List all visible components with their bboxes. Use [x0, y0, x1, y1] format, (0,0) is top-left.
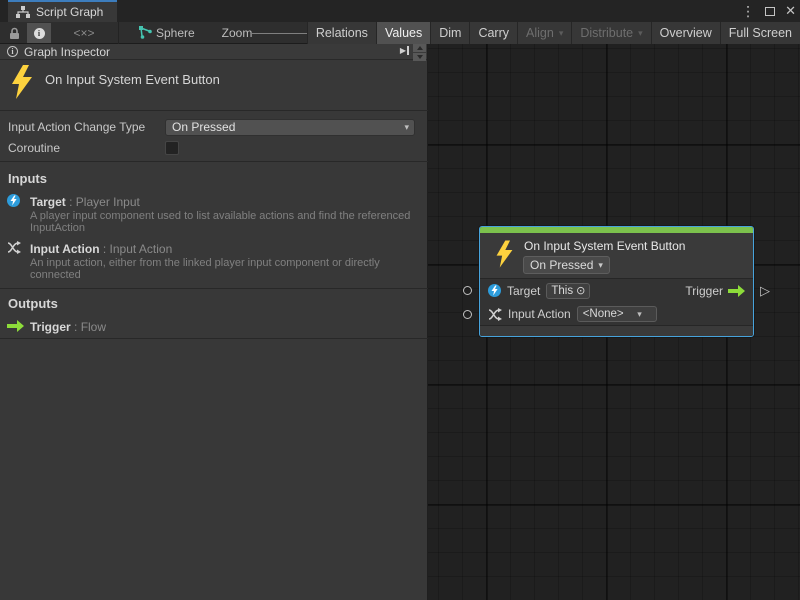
event-node-header[interactable]: On Input System Event Button On Pressed …	[480, 233, 753, 279]
dock-arrow-icon: ▶	[400, 46, 406, 55]
input-action-dropdown[interactable]: <None> ▾	[577, 306, 657, 322]
tab-label: Script Graph	[36, 5, 103, 19]
window-maximize-icon[interactable]	[765, 7, 775, 16]
graph-asset-icon	[136, 23, 154, 43]
align-button: Align▾	[517, 22, 571, 44]
input-item-input-action: Input Action : Input Action An input act…	[30, 242, 422, 281]
input-item-target: Target : Player Input A player input com…	[30, 195, 422, 234]
code-icon: <×>	[73, 26, 94, 40]
lightning-bolt-icon	[495, 240, 514, 268]
coroutine-row: Coroutine	[8, 139, 420, 157]
inputs-heading: Inputs	[8, 171, 47, 186]
spinner-up-button[interactable]	[413, 44, 426, 52]
node-footer	[480, 325, 753, 336]
input-action-icon	[488, 308, 502, 321]
inspector-toggle-button[interactable]: i	[27, 23, 51, 43]
change-type-label: Input Action Change Type	[8, 120, 165, 134]
chevron-down-icon: ▾	[598, 260, 603, 271]
panel-spinner	[413, 44, 426, 62]
chevron-down-icon: ▾	[404, 122, 409, 133]
divider	[0, 288, 428, 289]
player-input-icon	[488, 284, 501, 297]
outputs-heading: Outputs	[8, 296, 58, 311]
carry-button[interactable]: Carry	[469, 22, 517, 44]
graph-inspector-header: i Graph Inspector	[0, 44, 427, 60]
target-input-port[interactable]	[463, 286, 472, 295]
trigger-arrow-icon	[728, 285, 745, 297]
window-close-icon[interactable]: ✕	[785, 0, 796, 22]
coroutine-checkbox[interactable]	[165, 141, 179, 155]
unity-script-graph-window: Script Graph ⋮ ✕ i <×>	[0, 0, 800, 600]
unit-title-block: On Input System Event Button	[0, 61, 427, 110]
lock-button[interactable]	[2, 23, 26, 43]
distribute-button: Distribute▾	[571, 22, 650, 44]
input-action-port[interactable]	[463, 310, 472, 319]
node-row-target: Target This ⊙ Trigger ▷	[480, 279, 753, 302]
chevron-down-icon: ▾	[559, 28, 564, 39]
spinner-down-button[interactable]	[413, 53, 426, 61]
chevron-down-icon: ▾	[638, 28, 643, 39]
player-input-icon	[7, 194, 20, 207]
fullscreen-button[interactable]: Full Screen	[720, 22, 800, 44]
target-value-chip[interactable]: This ⊙	[546, 283, 590, 299]
toolbar-separator	[118, 22, 119, 44]
pick-target-icon[interactable]: ⊙	[576, 284, 585, 297]
input-action-icon	[7, 241, 21, 254]
divider	[0, 161, 428, 162]
graph-name-label: Sphere	[156, 23, 200, 43]
divider	[0, 338, 428, 339]
toolbar-right-group: Relations Values Dim Carry Align▾ Distri…	[307, 22, 800, 44]
dim-button[interactable]: Dim	[430, 22, 469, 44]
graph-inspector-title: Graph Inspector	[24, 45, 110, 59]
input-item-desc: A player input component used to list av…	[30, 211, 422, 234]
dock-panel-button[interactable]: ▶	[400, 46, 409, 55]
graph-toolbar: i <×> Sphere Zoom 1x Relations Value	[0, 22, 800, 44]
lock-icon	[9, 27, 20, 40]
tab-script-graph[interactable]: Script Graph	[8, 0, 117, 22]
unit-title: On Input System Event Button	[45, 72, 220, 87]
zoom-label: Zoom	[220, 23, 254, 43]
edit-graph-button[interactable]: <×>	[68, 23, 100, 43]
output-item-trigger: Trigger : Flow	[30, 320, 106, 334]
node-title: On Input System Event Button	[524, 239, 685, 253]
graph-inspector-panel: i Graph Inspector ▶ On Input System Even…	[0, 44, 428, 600]
target-port-label: Target	[507, 284, 540, 298]
relations-button[interactable]: Relations	[307, 22, 376, 44]
input-item-desc: An input action, either from the linked …	[30, 258, 422, 281]
trigger-arrow-icon	[7, 320, 24, 332]
change-type-row: Input Action Change Type On Pressed ▾	[8, 118, 420, 136]
chevron-down-icon: ▾	[637, 309, 642, 320]
divider	[0, 110, 428, 111]
graph-canvas[interactable]: On Input System Event Button On Pressed …	[428, 44, 800, 600]
values-button[interactable]: Values	[376, 22, 430, 44]
change-type-dropdown[interactable]: On Pressed ▾	[165, 119, 415, 136]
script-graph-icon	[16, 6, 30, 19]
lightning-bolt-icon	[10, 65, 34, 99]
node-mode-dropdown[interactable]: On Pressed ▾	[523, 256, 610, 274]
window-menu-icon[interactable]: ⋮	[741, 0, 755, 22]
event-node[interactable]: On Input System Event Button On Pressed …	[479, 226, 754, 337]
trigger-port[interactable]: Trigger	[685, 284, 745, 298]
info-icon: i	[34, 28, 45, 39]
coroutine-label: Coroutine	[8, 141, 165, 155]
window-controls: ⋮ ✕	[741, 0, 796, 22]
input-action-port-label: Input Action	[508, 307, 571, 321]
trigger-port-label: Trigger	[685, 284, 723, 298]
node-row-input-action: Input Action <None> ▾	[480, 302, 753, 325]
overview-button[interactable]: Overview	[651, 22, 720, 44]
title-bar: Script Graph ⋮ ✕	[0, 0, 800, 22]
info-icon: i	[7, 46, 18, 57]
trigger-output-port[interactable]: ▷	[760, 284, 770, 297]
